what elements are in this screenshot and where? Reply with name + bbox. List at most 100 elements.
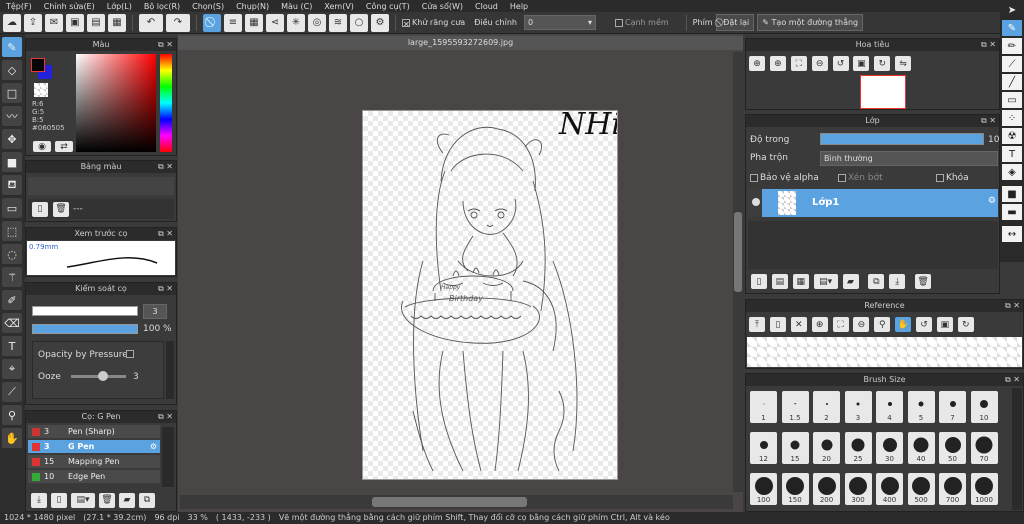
brush-size-cell[interactable]: 12 <box>750 432 777 464</box>
panel-close-icon[interactable]: ⧉ ✕ <box>158 228 173 240</box>
brush-list-scrollbar[interactable] <box>162 427 174 487</box>
smooth-checkbox[interactable]: Cạnh mềm <box>614 18 669 27</box>
clip-checkbox[interactable]: Xén bớt <box>838 173 883 183</box>
ooze-slider-handle[interactable] <box>98 371 108 381</box>
panel-close-icon[interactable]: ⧉ ✕ <box>158 161 173 173</box>
eye-icon[interactable]: ◉ <box>33 141 51 152</box>
close-icon[interactable]: ✕ <box>790 317 807 332</box>
select-eraser-icon[interactable]: ⌫ <box>2 313 22 333</box>
snap-parallel-icon[interactable]: ≡ <box>224 13 242 32</box>
comment-icon[interactable]: ✉ <box>45 13 63 32</box>
brush-size-cell[interactable]: 150 <box>781 473 809 505</box>
make-line-button[interactable]: ✎ Tạo một đường thẳng <box>757 14 864 31</box>
move-tool-icon[interactable]: ✥ <box>2 129 22 149</box>
zoom-in-alt-icon[interactable]: ⊕ <box>769 56 786 71</box>
snap-circle-icon[interactable]: ◎ <box>308 13 326 32</box>
flip-icon[interactable]: ⇋ <box>895 56 912 71</box>
redo-icon[interactable]: ↷ <box>166 13 190 32</box>
gear-icon[interactable]: ⚙ <box>988 196 996 206</box>
size-value[interactable]: 3 <box>143 304 167 319</box>
eyedropper-tool-icon[interactable]: ⚲ <box>2 405 22 425</box>
brush-size-cell[interactable]: 400 <box>876 473 903 505</box>
lock-checkbox[interactable]: Khóa <box>936 173 969 183</box>
menu-cloud[interactable]: Cloud <box>475 2 498 11</box>
panel-close-icon[interactable]: ⧉ ✕ <box>158 39 173 51</box>
new-palette-icon[interactable]: ▯ <box>32 201 48 217</box>
brush-size-cell[interactable]: 10 <box>970 391 998 423</box>
panel-close-icon[interactable]: ⧉ ✕ <box>1005 300 1020 312</box>
brush-size-cell[interactable]: 5 <box>907 391 935 423</box>
brush-size-scrollbar[interactable] <box>1012 388 1022 510</box>
trash-icon[interactable]: 🗑 <box>99 492 115 508</box>
new-layer-icon[interactable]: ▯ <box>751 274 767 289</box>
navigator-thumbnail[interactable] <box>860 75 906 109</box>
hue-slider[interactable] <box>160 54 172 152</box>
layer-row-selected[interactable]: Lớp1 ⚙ <box>762 189 998 217</box>
cloud-icon[interactable]: ☁ <box>3 13 21 32</box>
minus-icon[interactable]: ▬ <box>1002 204 1022 220</box>
transparent-swatch[interactable] <box>34 83 48 97</box>
opacity-slider[interactable] <box>32 324 138 334</box>
brush-size-cell[interactable]: 30 <box>876 432 903 464</box>
brush-size-cell[interactable]: 7 <box>939 391 966 423</box>
select-pen-icon[interactable]: ✐ <box>2 290 22 310</box>
gear-icon[interactable]: ⚙ <box>150 440 157 454</box>
divide-tool-icon[interactable]: ⟋ <box>2 382 22 402</box>
menu-view[interactable]: Xem(V) <box>324 2 354 11</box>
fit-icon[interactable]: ⛶ <box>832 317 849 332</box>
reference-canvas[interactable] <box>747 337 1022 367</box>
folder-icon[interactable]: ▰ <box>842 274 859 289</box>
snap-off-icon[interactable]: ⃠ <box>203 13 221 32</box>
size-slider[interactable] <box>32 306 138 316</box>
cursor-icon[interactable]: ➤ <box>1002 2 1022 18</box>
panel-close-icon[interactable]: ⧉ ✕ <box>981 39 996 51</box>
new-brush-icon[interactable]: ▯ <box>51 492 67 508</box>
lasso-tool-icon[interactable]: 〰 <box>2 106 22 126</box>
eraser-icon[interactable]: ◈ <box>1002 164 1022 180</box>
color-square-icon[interactable]: ■ <box>1002 186 1022 202</box>
brush-size-cell[interactable]: 700 <box>939 473 966 505</box>
text-icon[interactable]: T <box>1002 146 1022 162</box>
menu-help[interactable]: Help <box>510 2 528 11</box>
drawing-canvas[interactable]: NHi Happy Birthday <box>362 110 618 480</box>
menu-window[interactable]: Cửa sổ(W) <box>422 2 463 11</box>
expand-icon[interactable]: ↔ <box>1002 226 1022 242</box>
zoom-out-icon[interactable]: ⊖ <box>853 317 870 332</box>
trash-icon[interactable]: 🗑 <box>53 201 69 217</box>
fit-icon[interactable]: ⛶ <box>790 56 807 71</box>
panel-close-icon[interactable]: ⧉ ✕ <box>1005 374 1020 386</box>
brush-size-cell[interactable]: 20 <box>813 432 840 464</box>
layer-row[interactable]: Lớp1 ⚙ <box>748 189 998 217</box>
brush-size-cell[interactable]: 70 <box>970 432 998 464</box>
merge-down-icon[interactable]: ⤓ <box>889 274 906 289</box>
antialias-checkbox[interactable]: ✕ Khử răng cưa <box>402 18 465 29</box>
menu-select[interactable]: Chọn(S) <box>192 2 224 11</box>
rotate-left-icon[interactable]: ↺ <box>916 317 932 332</box>
rotate-right-icon[interactable]: ↻ <box>957 317 974 332</box>
blend-icon[interactable]: ☢ <box>1002 128 1022 144</box>
panel-close-icon[interactable]: ⧉ ✕ <box>158 283 173 295</box>
pencil-icon[interactable]: ✏ <box>1002 38 1022 54</box>
vertical-scrollbar[interactable] <box>733 52 743 492</box>
undo-icon[interactable]: ↶ <box>139 13 163 32</box>
swap-icon[interactable]: ⇄ <box>55 141 73 152</box>
snap-curve-icon[interactable]: ≋ <box>329 13 347 32</box>
horizontal-scroll-thumb[interactable] <box>372 497 527 507</box>
dots-icon[interactable]: ⁘ <box>1002 110 1022 126</box>
brush-options-scrollbar[interactable] <box>166 341 174 399</box>
export-icon[interactable]: ⇪ <box>24 13 42 32</box>
layer-opacity-slider[interactable] <box>820 133 984 145</box>
brush-icon[interactable]: ⟋ <box>1002 56 1022 72</box>
new-halftone-icon[interactable]: ▦ <box>792 274 809 289</box>
text-tool-icon[interactable]: T <box>2 336 22 356</box>
eraser-tool-icon[interactable]: ◇ <box>2 60 22 80</box>
reset-view-icon[interactable]: ▣ <box>853 56 870 71</box>
brush-item[interactable]: 10 Edge Pen <box>28 470 160 484</box>
gradient-tool-icon[interactable]: ▭ <box>2 198 22 218</box>
vertical-scroll-thumb[interactable] <box>734 212 742 292</box>
duplicate-icon[interactable]: ⧉ <box>868 274 885 289</box>
grid-icon[interactable]: ▦ <box>108 13 126 32</box>
hand-tool-icon[interactable]: ✋ <box>2 428 22 448</box>
pen-icon[interactable]: ✎ <box>1002 20 1022 36</box>
brush-size-cell[interactable]: 25 <box>844 432 872 464</box>
